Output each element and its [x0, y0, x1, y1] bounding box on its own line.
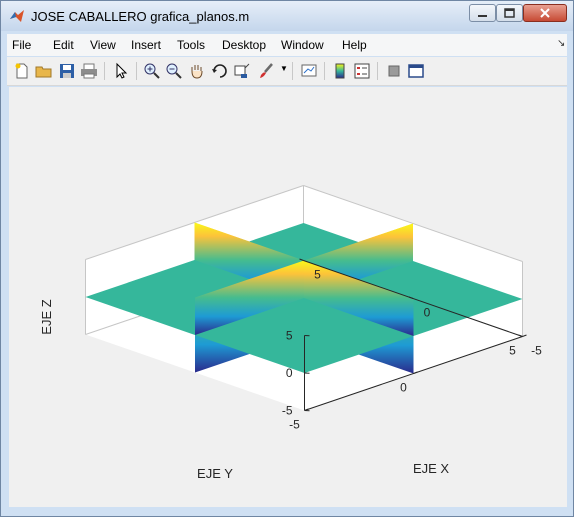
menu-desktop[interactable]: Desktop: [222, 38, 266, 52]
figure-toolbar: ▼: [7, 57, 567, 86]
hide-plot-tools-icon[interactable]: [385, 62, 403, 80]
print-icon[interactable]: [80, 62, 98, 80]
colorbar-icon[interactable]: [331, 62, 349, 80]
toolbar-separator: [104, 62, 105, 80]
toolbar-separator: [324, 62, 325, 80]
y-axis-label: EJE Y: [197, 466, 233, 481]
legend-icon[interactable]: [353, 62, 371, 80]
dock-arrow-icon[interactable]: ↘: [557, 38, 565, 49]
z-tick-label: 5: [286, 329, 293, 343]
close-button[interactable]: [523, 4, 567, 22]
rotate-3d-icon[interactable]: [211, 62, 229, 80]
y-tick-label: -5: [289, 418, 300, 432]
menu-help[interactable]: Help: [342, 38, 367, 52]
data-cursor-icon[interactable]: [233, 62, 251, 80]
z-axis-label: EJE Z: [39, 299, 54, 334]
y-tick-label: 0: [400, 381, 407, 395]
menu-insert[interactable]: Insert: [131, 38, 161, 52]
toolbar-separator: [377, 62, 378, 80]
x-tick-label: -5: [531, 344, 542, 358]
menu-window[interactable]: Window: [281, 38, 324, 52]
menu-bar: File Edit View Insert Tools Desktop Wind…: [7, 34, 567, 56]
link-plot-icon[interactable]: [300, 62, 318, 80]
figure-canvas: 5 0 -5 -5 0 5 -5 0 5 EJE Z EJE Y EJE X: [9, 87, 567, 507]
pan-hand-icon[interactable]: [188, 62, 206, 80]
x-tick-label: 0: [424, 306, 431, 320]
show-plot-tools-icon[interactable]: [407, 62, 425, 80]
menu-edit[interactable]: Edit: [53, 38, 74, 52]
new-figure-icon[interactable]: [13, 62, 31, 80]
open-file-icon[interactable]: [35, 62, 53, 80]
window-title: JOSE CABALLERO grafica_planos.m: [31, 9, 250, 24]
select-arrow-icon[interactable]: [112, 62, 130, 80]
plot-axes[interactable]: 50-5-505 -505 EJE Z EJE Y EJE X: [9, 87, 567, 507]
figure-window: JOSE CABALLERO grafica_planos.m File Edi…: [0, 0, 574, 517]
minimize-button[interactable]: [469, 4, 496, 22]
zoom-in-icon[interactable]: [143, 62, 161, 80]
menu-file[interactable]: File: [12, 38, 31, 52]
toolbar-separator: [136, 62, 137, 80]
minimize-icon: [478, 15, 487, 17]
toolbar-separator: [292, 62, 293, 80]
brush-dropdown-icon[interactable]: ▼: [280, 64, 288, 73]
save-icon[interactable]: [58, 62, 76, 80]
z-tick-label: 0: [286, 366, 293, 380]
y-tick-mark: [522, 334, 527, 337]
brush-icon[interactable]: [258, 62, 276, 80]
close-icon: [540, 8, 550, 18]
x-axis-label: EJE X: [413, 461, 449, 476]
maximize-button[interactable]: [496, 4, 523, 22]
title-bar: JOSE CABALLERO grafica_planos.m: [1, 1, 573, 31]
y-tick-label: 5: [509, 344, 516, 358]
matlab-icon: [10, 10, 24, 22]
menu-view[interactable]: View: [90, 38, 116, 52]
maximize-icon: [504, 8, 515, 18]
z-tick-label: -5: [282, 404, 293, 418]
zoom-out-icon[interactable]: [165, 62, 183, 80]
x-tick-label: 5: [314, 268, 321, 282]
menu-tools[interactable]: Tools: [177, 38, 205, 52]
